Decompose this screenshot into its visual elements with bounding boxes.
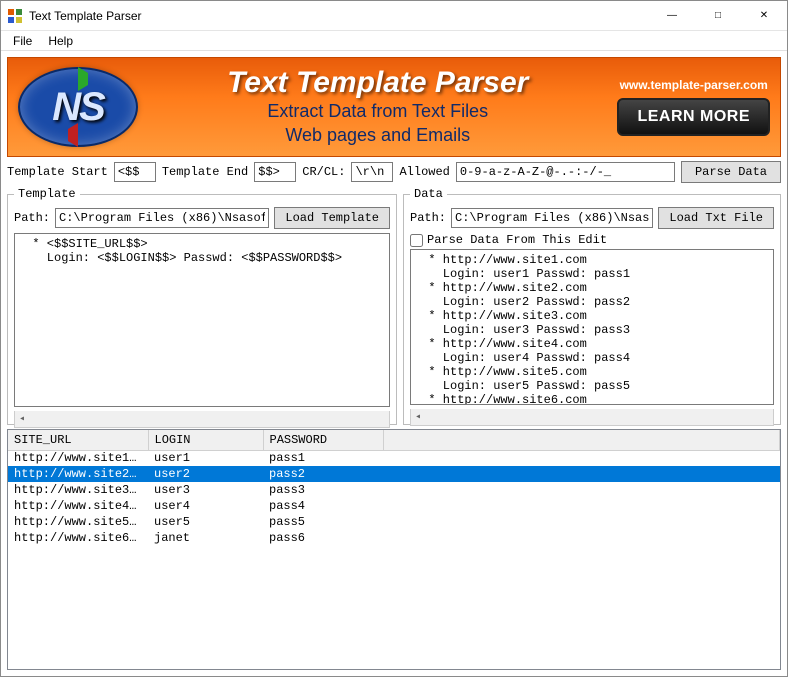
cell-pass: pass6	[263, 530, 383, 546]
cell-site: http://www.site4...	[8, 498, 148, 514]
load-template-button[interactable]: Load Template	[274, 207, 390, 229]
allowed-input[interactable]	[456, 162, 675, 182]
template-start-input[interactable]	[114, 162, 156, 182]
template-end-input[interactable]	[254, 162, 296, 182]
cell-spacer	[383, 466, 780, 482]
close-button[interactable]: ✕	[741, 1, 787, 31]
app-icon	[7, 8, 23, 24]
crcl-input[interactable]	[351, 162, 393, 182]
template-path-label: Path:	[14, 211, 50, 225]
learn-more-button[interactable]: LEARN MORE	[617, 98, 770, 136]
cell-pass: pass5	[263, 514, 383, 530]
cell-login: user4	[148, 498, 263, 514]
parse-data-button[interactable]: Parse Data	[681, 161, 781, 183]
table-row[interactable]: http://www.site5...user5pass5	[8, 514, 780, 530]
window-title: Text Template Parser	[29, 9, 649, 23]
logo-icon: NS	[18, 67, 138, 147]
parse-from-edit-text: Parse Data From This Edit	[427, 233, 607, 247]
banner: NS Text Template Parser Extract Data fro…	[7, 57, 781, 157]
table-row[interactable]: http://www.site3...user3pass3	[8, 482, 780, 498]
cell-login: janet	[148, 530, 263, 546]
cell-spacer	[383, 530, 780, 546]
data-textarea[interactable]	[410, 249, 774, 405]
cell-site: http://www.site2...	[8, 466, 148, 482]
cell-pass: pass3	[263, 482, 383, 498]
parse-from-edit-label[interactable]: Parse Data From This Edit	[410, 233, 774, 247]
cell-pass: pass1	[263, 450, 383, 466]
cell-spacer	[383, 514, 780, 530]
maximize-button[interactable]: □	[695, 1, 741, 31]
cell-site: http://www.site1...	[8, 450, 148, 466]
results-table: SITE_URL LOGIN PASSWORD http://www.site1…	[8, 430, 780, 546]
banner-right: www.template-parser.com LEARN MORE	[617, 78, 770, 136]
banner-url: www.template-parser.com	[620, 78, 768, 92]
data-hscroll[interactable]	[410, 409, 774, 426]
cell-login: user1	[148, 450, 263, 466]
menubar: File Help	[1, 31, 787, 51]
banner-text: Text Template Parser Extract Data from T…	[150, 68, 605, 147]
banner-title: Text Template Parser	[150, 68, 605, 98]
template-textarea[interactable]	[14, 233, 390, 407]
table-row[interactable]: http://www.site6...janetpass6	[8, 530, 780, 546]
cell-login: user5	[148, 514, 263, 530]
cell-site: http://www.site6...	[8, 530, 148, 546]
params-row: Template Start Template End CR/CL: Allow…	[7, 161, 781, 183]
window-controls: — □ ✕	[649, 1, 787, 31]
table-row[interactable]: http://www.site1...user1pass1	[8, 450, 780, 466]
menu-file[interactable]: File	[5, 32, 40, 50]
cell-login: user3	[148, 482, 263, 498]
cell-spacer	[383, 482, 780, 498]
minimize-button[interactable]: —	[649, 1, 695, 31]
header-site-url[interactable]: SITE_URL	[8, 430, 148, 450]
cell-spacer	[383, 450, 780, 466]
header-spacer	[383, 430, 780, 450]
banner-subtitle-1: Extract Data from Text Files	[150, 100, 605, 123]
menu-help[interactable]: Help	[40, 32, 81, 50]
app-window: Text Template Parser — □ ✕ File Help NS …	[0, 0, 788, 677]
titlebar: Text Template Parser — □ ✕	[1, 1, 787, 31]
data-path-row: Path: Load Txt File	[410, 207, 774, 229]
banner-subtitle-2: Web pages and Emails	[150, 124, 605, 147]
parse-from-edit-checkbox[interactable]	[410, 234, 423, 247]
data-panel: Data Path: Load Txt File Parse Data From…	[403, 187, 781, 425]
load-txt-file-button[interactable]: Load Txt File	[658, 207, 774, 229]
template-end-label: Template End	[162, 165, 248, 179]
crcl-label: CR/CL:	[302, 165, 345, 179]
table-row[interactable]: http://www.site4...user4pass4	[8, 498, 780, 514]
cell-site: http://www.site5...	[8, 514, 148, 530]
template-path-input[interactable]	[55, 208, 269, 228]
data-path-label: Path:	[410, 211, 446, 225]
results-table-container[interactable]: SITE_URL LOGIN PASSWORD http://www.site1…	[7, 429, 781, 670]
table-row[interactable]: http://www.site2...user2pass2	[8, 466, 780, 482]
data-legend: Data	[410, 187, 447, 201]
results-header-row: SITE_URL LOGIN PASSWORD	[8, 430, 780, 450]
data-path-input[interactable]	[451, 208, 653, 228]
cell-login: user2	[148, 466, 263, 482]
template-hscroll[interactable]	[14, 411, 390, 428]
template-legend: Template	[14, 187, 80, 201]
template-panel: Template Path: Load Template	[7, 187, 397, 425]
content-area: NS Text Template Parser Extract Data fro…	[1, 51, 787, 676]
cell-spacer	[383, 498, 780, 514]
allowed-label: Allowed	[399, 165, 449, 179]
template-path-row: Path: Load Template	[14, 207, 390, 229]
cell-pass: pass4	[263, 498, 383, 514]
cell-site: http://www.site3...	[8, 482, 148, 498]
template-start-label: Template Start	[7, 165, 108, 179]
logo-text: NS	[52, 85, 104, 130]
header-login[interactable]: LOGIN	[148, 430, 263, 450]
cell-pass: pass2	[263, 466, 383, 482]
panels: Template Path: Load Template Data Path: …	[7, 187, 781, 425]
header-password[interactable]: PASSWORD	[263, 430, 383, 450]
